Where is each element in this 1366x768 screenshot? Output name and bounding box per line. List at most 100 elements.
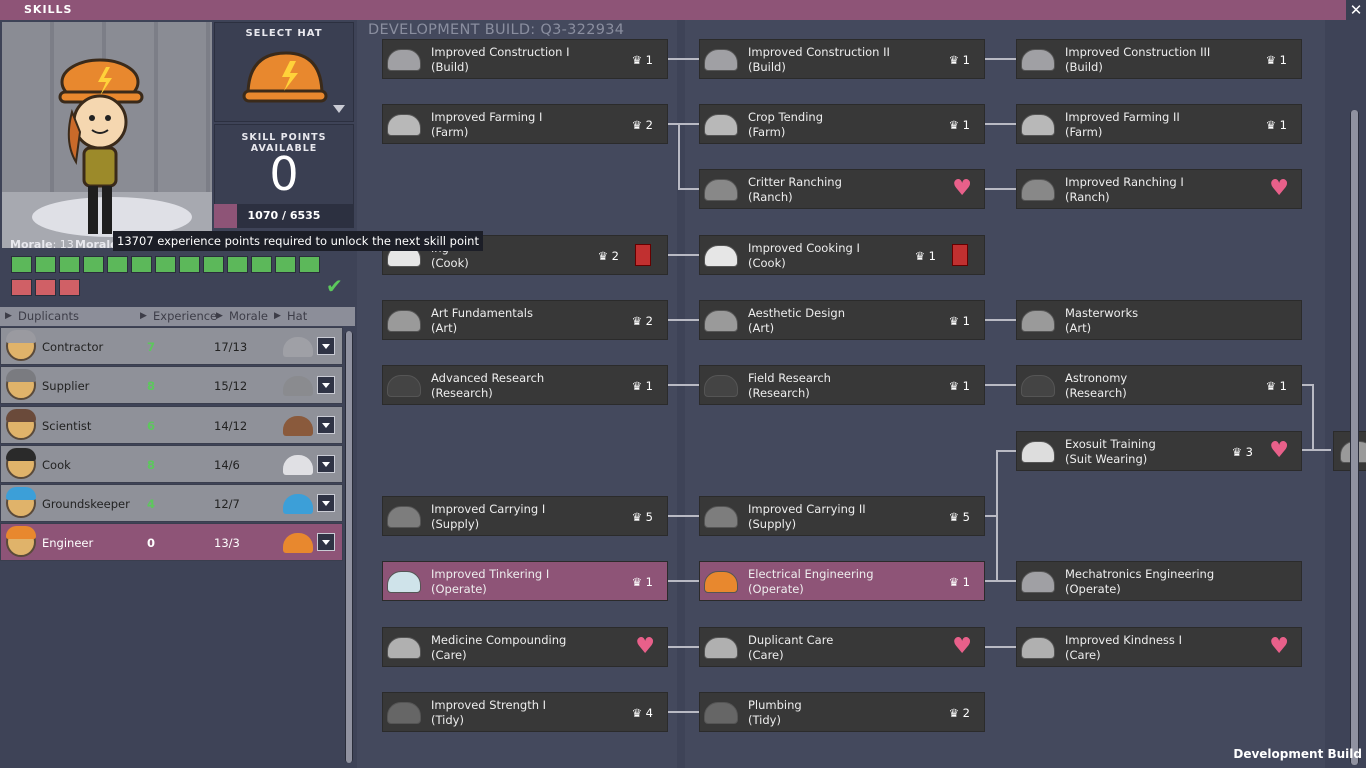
hat-dropdown-button[interactable] xyxy=(317,454,335,473)
skill-name: Aesthetic Design xyxy=(748,306,845,320)
skill-tree-scrollbar[interactable] xyxy=(1350,110,1359,765)
duplicant-row[interactable]: Supplier 8 15/12 xyxy=(0,366,343,405)
duplicant-row[interactable]: Engineer 0 13/3 xyxy=(0,523,343,562)
skill-card[interactable]: Improved Carrying II (Supply) ♛ 5 xyxy=(699,496,985,536)
crown-icon: ♛ xyxy=(948,379,960,393)
crown-icon: ♛ xyxy=(1265,379,1277,393)
header-duplicants[interactable]: Duplicants xyxy=(18,309,79,323)
skill-category: (Supply) xyxy=(431,517,480,531)
header-hat[interactable]: Hat xyxy=(287,309,307,323)
skill-cost-value: 1 xyxy=(962,118,970,132)
morale-pip xyxy=(227,256,248,273)
skill-category: (Research) xyxy=(1065,386,1127,400)
skill-card[interactable]: Aesthetic Design (Art) ♛ 1 xyxy=(699,300,985,340)
skill-cost-value: 5 xyxy=(962,510,970,524)
morale-pip xyxy=(131,256,152,273)
skill-category: (Farm) xyxy=(1065,125,1103,139)
morale-pip xyxy=(179,256,200,273)
close-icon[interactable]: ✕ xyxy=(1346,0,1366,20)
hat-dropdown-button[interactable] xyxy=(317,533,335,552)
skill-card[interactable]: Field Research (Research) ♛ 1 xyxy=(699,365,985,405)
hat-icon xyxy=(283,415,313,436)
dev-build-label: DEVELOPMENT BUILD: Q3-322934 xyxy=(368,22,625,38)
skill-card[interactable]: Masterworks (Art) xyxy=(1016,300,1302,340)
sort-arrow-icon: ▶ xyxy=(274,311,281,321)
duplicant-row[interactable]: Cook 8 14/6 xyxy=(0,444,343,483)
skill-card[interactable]: Improved Construction III (Build) ♛ 1 xyxy=(1016,39,1302,79)
skill-category: (Operate) xyxy=(1065,582,1121,596)
skill-name: Improved Carrying II xyxy=(748,502,866,516)
duplicant-list-scrollbar[interactable] xyxy=(345,331,353,763)
farm-hat-icon xyxy=(387,114,421,136)
skill-cost-value: 1 xyxy=(962,53,970,67)
duplicant-name: Contractor xyxy=(42,340,104,354)
skill-card[interactable]: Medicine Compounding (Care) ♥ xyxy=(382,627,668,667)
chevron-down-icon[interactable] xyxy=(333,105,345,113)
skill-card[interactable]: Crop Tending (Farm) ♛ 1 xyxy=(699,104,985,144)
skill-card[interactable]: Mechatronics Engineering (Operate) xyxy=(1016,561,1302,601)
skill-category: (Research) xyxy=(748,386,810,400)
skill-cost-value: 4 xyxy=(645,706,653,720)
research-hat-icon xyxy=(387,375,421,397)
morale-pips xyxy=(11,256,320,273)
header-morale[interactable]: Morale xyxy=(229,309,268,323)
morale-pip xyxy=(59,256,80,273)
hat-dropdown-button[interactable] xyxy=(317,415,335,434)
hat-dropdown-button[interactable] xyxy=(317,494,335,513)
crown-icon: ♛ xyxy=(948,706,960,720)
skill-card[interactable]: Critter Ranching (Ranch) ♥ xyxy=(699,169,985,209)
skill-card[interactable]: Improved Ranching I (Ranch) ♥ xyxy=(1016,169,1302,209)
hat-dropdown-button[interactable] xyxy=(317,376,335,395)
skill-card[interactable]: Art Fundamentals (Art) ♛ 2 xyxy=(382,300,668,340)
skill-card[interactable]: Improved Farming II (Farm) ♛ 1 xyxy=(1016,104,1302,144)
nurse-cap-icon xyxy=(387,637,421,659)
skill-card[interactable]: Electrical Engineering (Operate) ♛ 1 xyxy=(699,561,985,601)
skill-cost-value: 5 xyxy=(645,510,653,524)
skill-card[interactable]: Improved Farming I (Farm) ♛ 2 xyxy=(382,104,668,144)
skill-cost-value: 2 xyxy=(645,118,653,132)
skill-cost-value: 1 xyxy=(1279,379,1287,393)
skill-name: Improved Farming II xyxy=(1065,110,1180,124)
skill-category: (Art) xyxy=(431,321,458,335)
skill-card[interactable]: Improved Construction I (Build) ♛ 1 xyxy=(382,39,668,79)
duplicant-row[interactable]: Scientist 6 14/12 xyxy=(0,405,343,444)
hat-dropdown-button[interactable] xyxy=(317,337,335,355)
hard-hat-icon xyxy=(704,571,738,593)
farm-hat-icon xyxy=(704,114,738,136)
skill-name: Electrical Engineering xyxy=(748,567,874,581)
hard-hat-icon xyxy=(387,571,421,593)
duplicant-row[interactable]: Contractor 7 17/13 xyxy=(0,327,343,365)
header-experience[interactable]: Experience xyxy=(153,309,217,323)
skill-card[interactable]: Exosuit Training (Suit Wearing) ♛ 3 ♥ xyxy=(1016,431,1302,471)
ranch-hat-icon xyxy=(1021,179,1055,201)
skill-cost-value: 1 xyxy=(962,379,970,393)
skill-card[interactable]: Plumbing (Tidy) ♛ 2 xyxy=(699,692,985,732)
skill-card[interactable]: Improved Strength I (Tidy) ♛ 4 xyxy=(382,692,668,732)
skill-category: (Cook) xyxy=(431,256,469,270)
skill-card[interactable]: Duplicant Care (Care) ♥ xyxy=(699,627,985,667)
crown-icon: ♛ xyxy=(597,249,609,263)
duplicant-row[interactable]: Groundskeeper 4 12/7 xyxy=(0,484,343,523)
select-hat-panel[interactable]: SELECT HAT xyxy=(214,22,354,122)
duplicant-morale: 12/7 xyxy=(214,497,240,512)
experience-progress-text: 1070 / 6535 xyxy=(247,209,321,222)
skill-cost: ♛ 5 xyxy=(949,510,970,524)
skill-name: Medicine Compounding xyxy=(431,633,567,647)
skill-category: (Care) xyxy=(431,648,467,662)
skill-card[interactable]: Improved Carrying I (Supply) ♛ 5 xyxy=(382,496,668,536)
duplicant-avatar xyxy=(6,526,36,558)
skill-card[interactable]: Improved Construction II (Build) ♛ 1 xyxy=(699,39,985,79)
nurse-cap-icon xyxy=(704,637,738,659)
beret-icon xyxy=(387,310,421,332)
skill-card[interactable]: Astronomy (Research) ♛ 1 xyxy=(1016,365,1302,405)
window-title: SKILLS xyxy=(24,3,73,16)
skill-cost: ♛ 2 xyxy=(598,249,619,263)
skill-card[interactable]: Improved Cooking I (Cook) ♛ 1 xyxy=(699,235,985,275)
crown-icon: ♛ xyxy=(1231,445,1243,459)
skill-card[interactable]: Improved Tinkering I (Operate) ♛ 1 xyxy=(382,561,668,601)
skill-name: Improved Construction II xyxy=(748,45,890,59)
skill-card[interactable]: Improved Kindness I (Care) ♥ xyxy=(1016,627,1302,667)
skill-card[interactable]: Advanced Research (Research) ♛ 1 xyxy=(382,365,668,405)
duplicant-name: Cook xyxy=(42,457,71,472)
skill-cost-value: 1 xyxy=(962,575,970,589)
